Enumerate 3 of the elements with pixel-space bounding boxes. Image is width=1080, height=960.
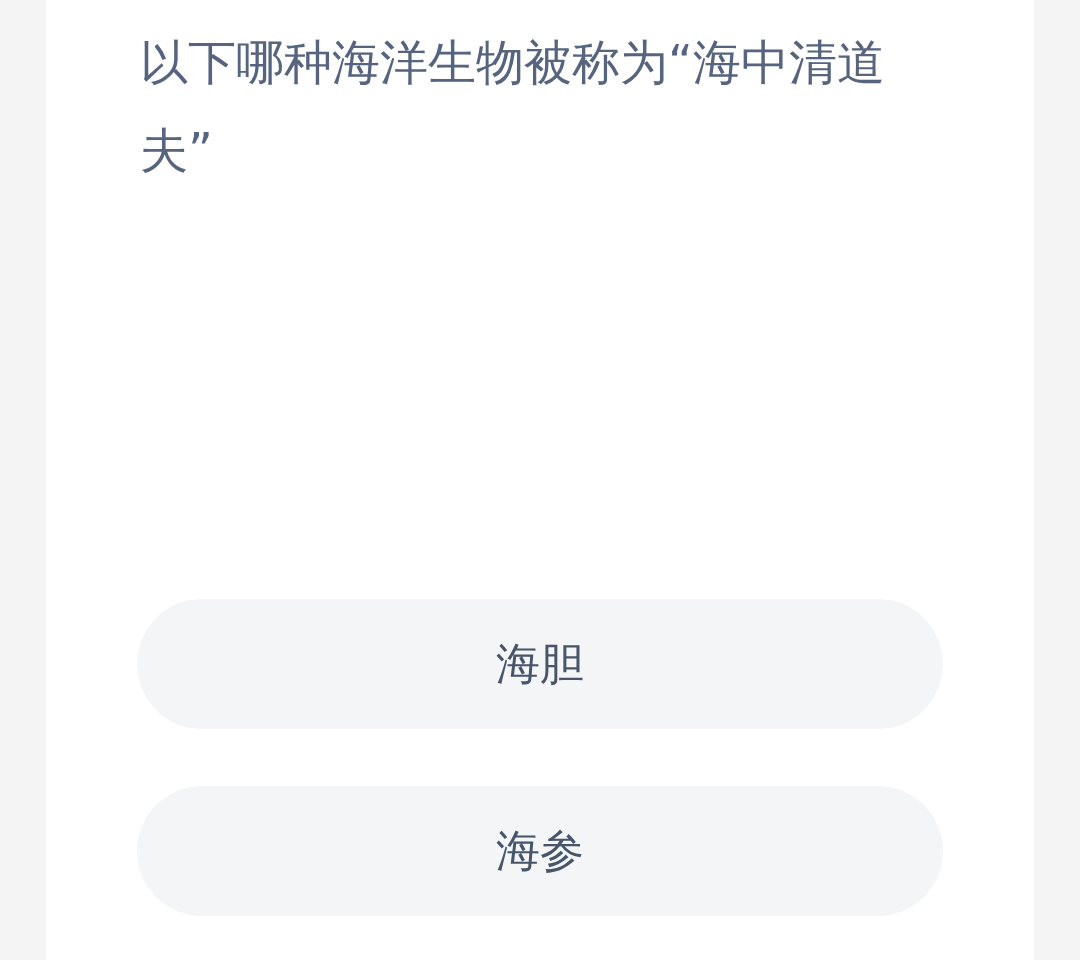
question-text: 以下哪种海洋生物被称为“海中清道夫” [140, 33, 886, 180]
answer-option[interactable]: 海胆 [137, 599, 943, 729]
answer-option[interactable]: 海参 [137, 786, 943, 916]
